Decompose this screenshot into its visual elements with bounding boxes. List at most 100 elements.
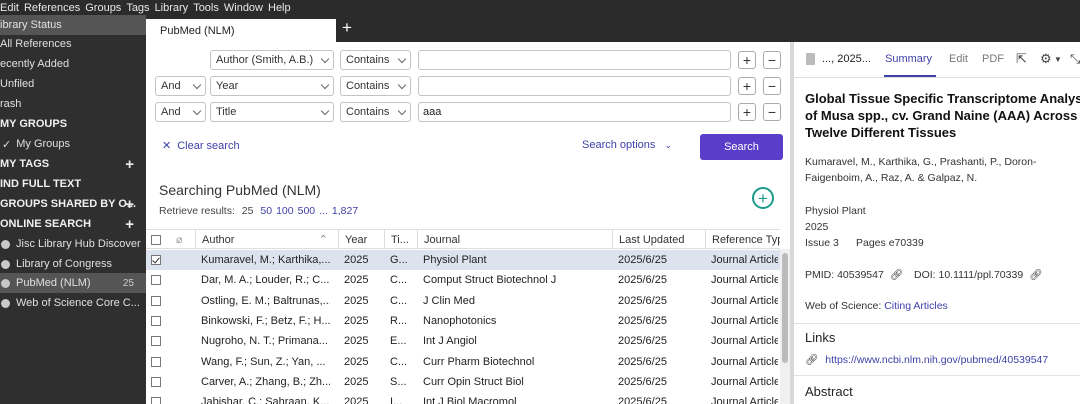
retrieve-option[interactable]: 50 [260, 205, 272, 217]
menu-groups[interactable]: Groups [85, 2, 126, 14]
select-all-checkbox[interactable] [151, 235, 161, 245]
table-row[interactable]: Dar, M. A.; Louder, R.; C... 2025 C... Comp… [146, 270, 780, 290]
cell-updated: 2025/6/25 [618, 254, 667, 266]
col-title-header[interactable]: Ti... [384, 230, 414, 249]
row-checkbox[interactable] [151, 295, 161, 306]
tab-pdf[interactable]: PDF [982, 53, 1004, 65]
link-icon[interactable]: 🔗︎ [1029, 269, 1042, 281]
search-term-input[interactable]: aaa [418, 102, 731, 122]
menu-references[interactable]: References [24, 2, 85, 14]
search-term-input[interactable] [418, 50, 731, 70]
row-checkbox[interactable] [151, 255, 161, 265]
chevron-down-icon [192, 106, 202, 116]
chevron-down-icon[interactable]: ▼ [1054, 55, 1062, 64]
table-row[interactable]: Wang, F.; Sun, Z.; Yan, ... 2025 C... Curr … [146, 352, 780, 372]
search-options-dropdown[interactable]: Search options ⌄ [582, 139, 672, 151]
boolean-select[interactable]: And [155, 76, 206, 96]
remove-row-button[interactable]: − [763, 77, 781, 95]
add-row-button[interactable]: + [738, 77, 756, 95]
col-journal-header[interactable]: Journal [417, 230, 611, 249]
sidebar-item-my-groups[interactable]: ✓ My Groups [0, 134, 146, 154]
search-row: And Title Contains aaa + − [146, 102, 790, 124]
row-checkbox[interactable] [151, 336, 161, 347]
link-icon[interactable]: 🔗︎ [890, 269, 903, 281]
table-row[interactable]: Carver, A.; Zhang, B.; Zh... 2025 S... Curr… [146, 372, 780, 392]
sidebar-item-all-references[interactable]: All References [0, 34, 146, 54]
collapse-icon[interactable]: ⤡ [1070, 51, 1080, 67]
col-author-header[interactable]: Author ⌃ [195, 230, 332, 249]
gear-icon[interactable]: ⚙ [1040, 51, 1052, 67]
sidebar-item-unfiled[interactable]: Unfiled [0, 74, 146, 94]
add-row-button[interactable]: + [738, 103, 756, 121]
menu-help[interactable]: Help [268, 2, 296, 14]
pane-tabs: ..., 2025... Summary Edit PDF ⇱ ⚙ ▼ ⤡ [794, 42, 1080, 78]
add-tab-icon[interactable]: + [342, 18, 352, 38]
col-last-updated-header[interactable]: Last Updated [612, 230, 705, 249]
sidebar-item-find-full-text[interactable]: IND FULL TEXT [0, 174, 146, 194]
sidebar-item-my-groups[interactable]: MY GROUPS [0, 114, 146, 134]
sidebar-item-jisc-library-hub-discover[interactable]: Jisc Library Hub Discover [0, 234, 146, 254]
field-select[interactable]: Title [210, 102, 334, 122]
scroll-thumb[interactable] [782, 253, 788, 363]
tab-summary[interactable]: Summary [885, 53, 932, 65]
add-row-button[interactable]: + [738, 51, 756, 69]
sidebar-item-trash[interactable]: rash [0, 94, 146, 114]
retrieve-option[interactable]: ... [319, 205, 328, 217]
row-checkbox[interactable] [151, 275, 161, 286]
row-checkbox[interactable] [151, 376, 161, 387]
search-row: And Year Contains + − [146, 76, 790, 98]
authors-line-2: Faigenboim, A., Raz, A. & Galpaz, N. [805, 172, 978, 184]
boolean-select[interactable]: And [155, 102, 206, 122]
sidebar-item-pubmed-nlm[interactable]: PubMed (NLM) 25 [0, 273, 146, 293]
table-row[interactable]: Kumaravel, M.; Karthika,... 2025 G... Physi… [146, 250, 780, 270]
sidebar-item-groups-shared-by-o[interactable]: GROUPS SHARED BY O... + [0, 194, 146, 214]
sidebar-item-library-of-congress[interactable]: Library of Congress [0, 254, 146, 274]
cell-type: Journal Article [711, 375, 778, 388]
add-icon[interactable]: + [125, 156, 134, 173]
menu-window[interactable]: Window [224, 2, 268, 14]
cell-type: Journal Article [711, 396, 778, 404]
cell-author: Dar, M. A.; Louder, R.; C... [201, 274, 330, 287]
table-row[interactable]: Nugroho, N. T.; Primana... 2025 E... Int J … [146, 331, 780, 351]
operator-select[interactable]: Contains [340, 50, 411, 70]
row-checkbox[interactable] [151, 397, 161, 404]
citing-articles-link[interactable]: Citing Articles [884, 300, 948, 312]
tab-edit[interactable]: Edit [949, 53, 968, 65]
search-term-input[interactable] [418, 76, 731, 96]
row-checkbox[interactable] [151, 315, 161, 326]
row-checkbox[interactable] [151, 356, 161, 367]
menu-edit[interactable]: Edit [0, 2, 24, 14]
remove-row-button[interactable]: − [763, 103, 781, 121]
pubmed-url[interactable]: https://www.ncbi.nlm.nih.gov/pubmed/4053… [825, 354, 1048, 366]
column-label: Year [345, 233, 368, 246]
col-reference-type-header[interactable]: Reference Typ [705, 230, 780, 249]
remove-row-button[interactable]: − [763, 51, 781, 69]
table-row[interactable]: Jabishar, C.; Sahraan, K... 2025 I... Int J… [146, 392, 780, 404]
search-button[interactable]: Search [700, 134, 783, 160]
sidebar-item-my-tags[interactable]: MY TAGS + [0, 154, 146, 174]
open-external-icon[interactable]: ⇱ [1016, 51, 1027, 67]
col-year-header[interactable]: Year [338, 230, 382, 249]
sidebar-item-online-search[interactable]: ONLINE SEARCH + [0, 214, 146, 234]
add-icon[interactable]: + [125, 216, 134, 233]
operator-select[interactable]: Contains [340, 102, 411, 122]
add-to-library-icon[interactable]: + [752, 187, 774, 209]
field-select[interactable]: Author (Smith, A.B.) [210, 50, 334, 70]
retrieve-option[interactable]: 500 [298, 205, 316, 217]
menu-tools[interactable]: Tools [193, 2, 224, 14]
table-row[interactable]: Binkowski, F.; Betz, F.; H... 2025 R... Nan… [146, 311, 780, 331]
field-select[interactable]: Year [210, 76, 334, 96]
table-scrollbar[interactable] [780, 249, 790, 404]
retrieve-option[interactable]: 1,827 [332, 205, 358, 217]
sidebar-item-library-status[interactable]: ibrary Status [0, 15, 146, 35]
menu-tags[interactable]: Tags [126, 2, 154, 14]
table-row[interactable]: Ostling, E. M.; Baltrunas,... 2025 C... J C… [146, 291, 780, 311]
retrieve-option[interactable]: 100 [276, 205, 294, 217]
tab-pubmed[interactable]: PubMed (NLM) [146, 19, 336, 42]
add-icon[interactable]: + [125, 196, 134, 213]
sidebar-item-recently-added[interactable]: ecently Added [0, 54, 146, 74]
operator-select[interactable]: Contains [340, 76, 411, 96]
clear-search-link[interactable]: ✕ Clear search [162, 139, 240, 153]
menu-library[interactable]: Library [155, 2, 194, 14]
sidebar-item-web-of-science-core-c[interactable]: Web of Science Core C... [0, 293, 146, 313]
